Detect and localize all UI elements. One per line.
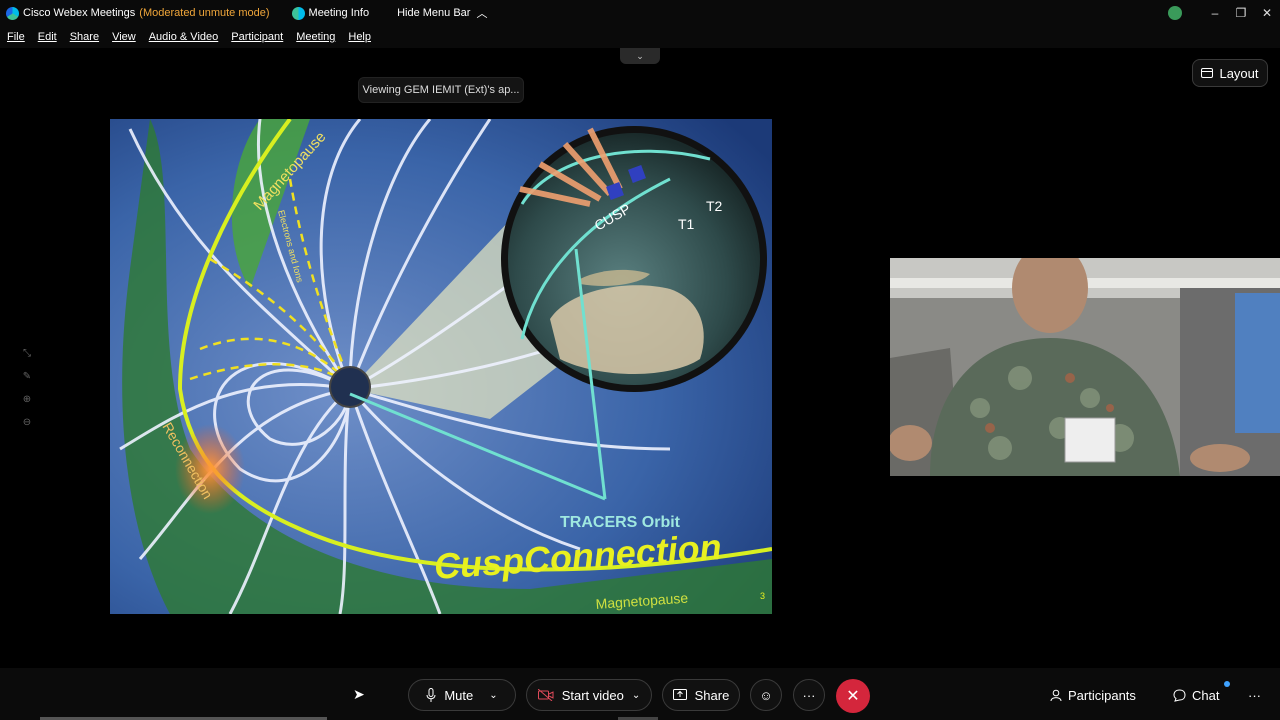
slide-page-number: 3 [760, 591, 765, 601]
menu-audio-video[interactable]: Audio & Video [149, 31, 219, 43]
minimize-button[interactable]: – [1202, 0, 1228, 26]
reactions-button[interactable]: ☺ [750, 679, 782, 711]
mouse-cursor-icon: ➤ [353, 686, 365, 702]
presenter-video-feed [890, 258, 1280, 476]
meeting-stage: ⌄ Layout Viewing GEM IEMIT (Ext)'s ap...… [0, 48, 1280, 668]
share-button[interactable]: Share [662, 679, 740, 711]
menu-meeting[interactable]: Meeting [296, 31, 335, 43]
mute-options-chevron-icon[interactable]: ⌄ [489, 690, 497, 701]
tracers-orbit-label: TRACERS Orbit [560, 514, 681, 531]
meeting-info-label: Meeting Info [308, 7, 370, 19]
restore-button[interactable]: ❐ [1228, 0, 1254, 26]
start-video-button[interactable]: Start video ⌄ [526, 679, 652, 711]
layout-button[interactable]: Layout [1192, 59, 1268, 87]
start-video-label: Start video [561, 687, 624, 703]
zoom-out-icon[interactable]: ⊖ [23, 417, 31, 428]
viewing-share-indicator[interactable]: Viewing GEM IEMIT (Ext)'s ap... [358, 77, 524, 103]
mute-button[interactable]: Mute ⌄ [408, 679, 516, 711]
collapse-toolbar-button[interactable]: ⌄ [620, 48, 660, 64]
chat-notification-dot [1224, 681, 1230, 687]
video-off-icon [537, 689, 554, 701]
menu-participant[interactable]: Participant [231, 31, 283, 43]
mute-label: Mute [444, 687, 474, 703]
more-options-button[interactable]: ··· [793, 679, 825, 711]
participants-button[interactable]: Participants [1050, 679, 1136, 711]
participants-label: Participants [1068, 687, 1136, 703]
chat-button[interactable]: Chat [1173, 679, 1219, 711]
menu-file[interactable]: File [7, 31, 25, 43]
t1-label: T1 [678, 216, 695, 232]
zoom-in-icon[interactable]: ⊕ [23, 394, 31, 405]
viewing-label: Viewing GEM IEMIT (Ext)'s ap... [362, 84, 520, 96]
overflow-menu-button[interactable]: ··· [1248, 679, 1261, 711]
network-status-icon[interactable] [1168, 6, 1182, 20]
chevron-down-icon: ⌄ [636, 50, 644, 61]
shared-slide: Magnetopause Electrons and Ions Reconnec… [110, 119, 772, 614]
meeting-info-button[interactable]: Meeting Info [291, 6, 370, 20]
share-label: Share [694, 687, 730, 703]
chevron-up-icon: ︿ [476, 8, 488, 20]
menu-view[interactable]: View [112, 31, 136, 43]
more-icon: ··· [802, 687, 816, 703]
end-meeting-button[interactable]: ✕ [836, 679, 870, 713]
app-title: Cisco Webex Meetings [23, 7, 136, 19]
menu-edit[interactable]: Edit [38, 31, 57, 43]
annotate-icon[interactable]: ✎ [23, 371, 31, 382]
participants-icon [1050, 689, 1062, 701]
layout-label: Layout [1219, 65, 1259, 81]
magnetosphere-illustration: Magnetopause Electrons and Ions Reconnec… [110, 119, 772, 614]
overflow-icon: ··· [1248, 687, 1261, 703]
t2-label: T2 [706, 198, 723, 214]
chat-icon [1173, 688, 1186, 702]
hide-menu-bar-button[interactable]: Hide Menu Bar ︿ [397, 5, 487, 21]
layout-icon [1201, 68, 1214, 78]
close-window-button[interactable]: ✕ [1254, 0, 1280, 26]
menu-help[interactable]: Help [348, 31, 371, 43]
moderation-mode: (Moderated unmute mode) [139, 7, 270, 19]
menu-share[interactable]: Share [70, 31, 99, 43]
meeting-info-icon [291, 6, 305, 20]
emoji-icon: ☺ [759, 687, 773, 703]
webex-logo-icon [6, 6, 19, 20]
annotation-toolbar: ⤡ ✎ ⊕ ⊖ [18, 348, 36, 428]
chat-label: Chat [1192, 687, 1220, 703]
microphone-icon [426, 688, 436, 702]
title-bar: Cisco Webex Meetings (Moderated unmute m… [0, 0, 1280, 26]
meeting-controls-bar: Mute ⌄ Start video ⌄ Share ☺ ··· ✕ Parti… [0, 668, 1280, 720]
fit-icon[interactable]: ⤡ [23, 348, 31, 359]
share-screen-icon [672, 689, 687, 700]
hide-menu-bar-label: Hide Menu Bar [397, 7, 471, 19]
close-icon: ✕ [846, 688, 860, 705]
presenter-video[interactable] [890, 258, 1280, 476]
menu-bar: File Edit Share View Audio & Video Parti… [0, 26, 1280, 48]
video-options-chevron-icon[interactable]: ⌄ [632, 690, 640, 701]
